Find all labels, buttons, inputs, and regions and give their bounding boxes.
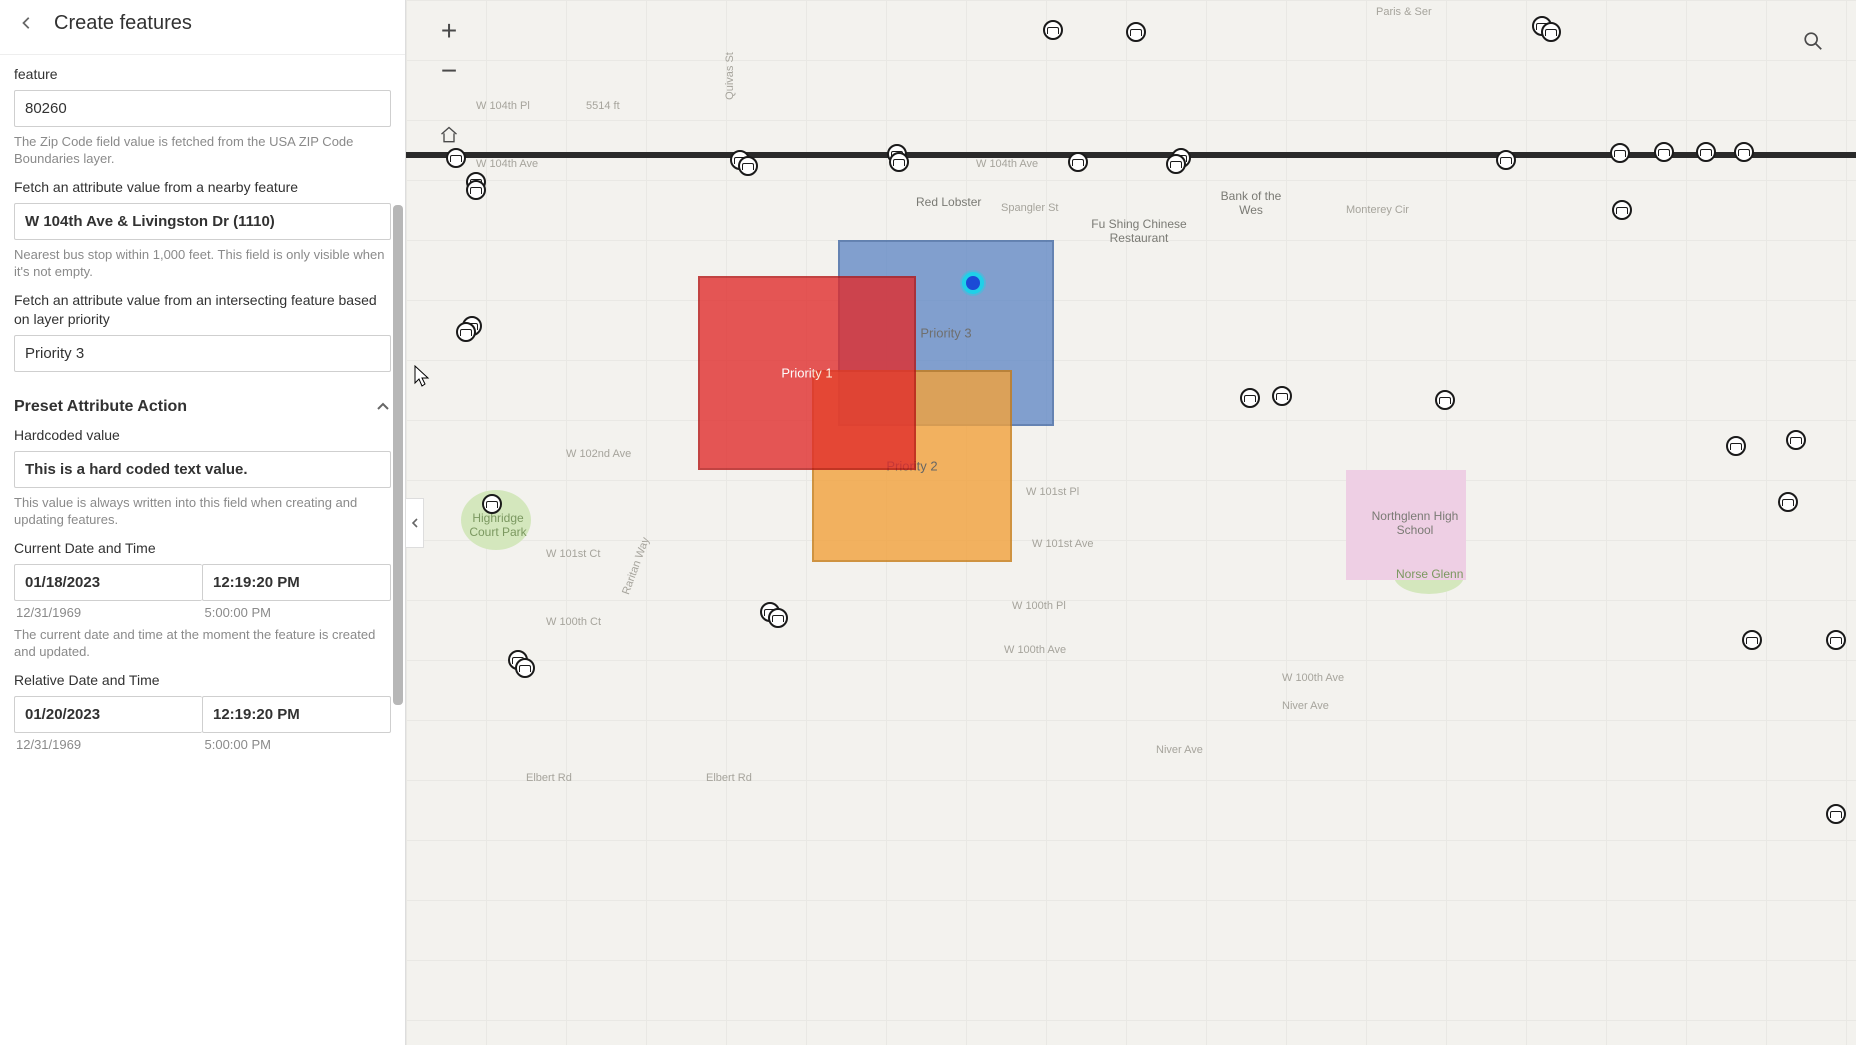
priority-input[interactable] bbox=[14, 335, 391, 372]
current-date-input[interactable] bbox=[14, 564, 202, 601]
home-button[interactable] bbox=[432, 118, 466, 152]
current-help: The current date and time at the moment … bbox=[14, 626, 391, 661]
bus-stop-marker[interactable] bbox=[738, 156, 758, 176]
preset-section-title: Preset Attribute Action bbox=[14, 398, 187, 416]
current-min-time: 5:00:00 PM bbox=[203, 605, 392, 620]
relative-min-time: 5:00:00 PM bbox=[203, 737, 392, 752]
bus-stop-marker[interactable] bbox=[1826, 804, 1846, 824]
relative-date-input[interactable] bbox=[14, 696, 202, 733]
scrollbar-thumb[interactable] bbox=[393, 205, 403, 705]
nearby-help: Nearest bus stop within 1,000 feet. This… bbox=[14, 246, 391, 281]
relative-time-input[interactable] bbox=[202, 696, 391, 733]
hard-help: This value is always written into this f… bbox=[14, 494, 391, 529]
bus-stop-marker[interactable] bbox=[889, 152, 909, 172]
street-label: Spangler St bbox=[1001, 202, 1058, 214]
priority-1-feature[interactable]: Priority 1 bbox=[698, 276, 916, 470]
zip-help: The Zip Code field value is fetched from… bbox=[14, 133, 391, 168]
hard-label: Hardcoded value bbox=[14, 426, 391, 445]
bus-stop-marker[interactable] bbox=[1734, 142, 1754, 162]
preset-section-header[interactable]: Preset Attribute Action bbox=[14, 398, 391, 416]
current-label: Current Date and Time bbox=[14, 539, 391, 558]
street-label: W 100th Pl bbox=[1012, 600, 1066, 612]
zip-input[interactable] bbox=[14, 90, 391, 127]
back-button[interactable] bbox=[14, 10, 40, 36]
bus-stop-marker[interactable] bbox=[1786, 430, 1806, 450]
nearby-input[interactable] bbox=[14, 203, 391, 240]
current-min-date: 12/31/1969 bbox=[14, 605, 203, 620]
bus-stop-marker[interactable] bbox=[1654, 142, 1674, 162]
bus-stop-marker[interactable] bbox=[1778, 492, 1798, 512]
bus-stop-marker[interactable] bbox=[1043, 20, 1063, 40]
priority-label: Fetch an attribute value from an interse… bbox=[14, 291, 391, 329]
street-label: Elbert Rd bbox=[706, 772, 752, 784]
street-label: W 104th Ave bbox=[476, 158, 538, 170]
poi-label: Fu Shing Chinese Restaurant bbox=[1084, 218, 1194, 246]
bus-stop-marker[interactable] bbox=[515, 658, 535, 678]
cursor-icon bbox=[414, 365, 430, 387]
poi-label: Norse Glenn bbox=[1396, 568, 1463, 582]
scalebar: 5514 ft bbox=[586, 100, 620, 112]
poi-label: Red Lobster bbox=[916, 196, 981, 210]
bus-stop-marker[interactable] bbox=[768, 608, 788, 628]
poi-label: Bank of the Wes bbox=[1216, 190, 1286, 218]
street-label: W 100th Ave bbox=[1004, 644, 1066, 656]
street-label: W 100th Ct bbox=[546, 616, 601, 628]
street-label: Monterey Cir bbox=[1346, 204, 1409, 216]
street-label: W 101st Ct bbox=[546, 548, 600, 560]
hard-input[interactable] bbox=[14, 451, 391, 488]
bus-stop-marker[interactable] bbox=[1496, 150, 1516, 170]
street-label: W 101st Pl bbox=[1026, 486, 1079, 498]
current-time-input[interactable] bbox=[202, 564, 391, 601]
bus-stop-marker[interactable] bbox=[1742, 630, 1762, 650]
bus-stop-marker[interactable] bbox=[1696, 142, 1716, 162]
bus-stop-marker[interactable] bbox=[482, 494, 502, 514]
bus-stop-marker[interactable] bbox=[1726, 436, 1746, 456]
street-label: Niver Ave bbox=[1156, 744, 1203, 756]
map-view[interactable]: W 104th Pl 5514 ft W 104th Ave W 104th A… bbox=[406, 0, 1856, 1045]
bus-stop-marker[interactable] bbox=[1272, 386, 1292, 406]
bus-stop-marker[interactable] bbox=[1166, 154, 1186, 174]
relative-min-date: 12/31/1969 bbox=[14, 737, 203, 752]
poi-label: Northglenn High School bbox=[1370, 510, 1460, 538]
relative-label: Relative Date and Time bbox=[14, 671, 391, 690]
feature-label: Priority 1 bbox=[781, 366, 832, 381]
bus-stop-marker[interactable] bbox=[1610, 143, 1630, 163]
create-features-panel: Create features feature The Zip Code fie… bbox=[0, 0, 406, 1045]
street-label: W 104th Ave bbox=[976, 158, 1038, 170]
map-controls: + − bbox=[432, 14, 466, 152]
panel-scroll-area[interactable]: feature The Zip Code field value is fetc… bbox=[0, 55, 405, 1045]
street-label: W 102nd Ave bbox=[566, 448, 631, 460]
chevron-up-icon bbox=[375, 399, 391, 415]
street-label: Elbert Rd bbox=[526, 772, 572, 784]
street-label: W 104th Pl bbox=[476, 100, 530, 112]
zoom-in-button[interactable]: + bbox=[432, 14, 466, 48]
bus-stop-marker[interactable] bbox=[1435, 390, 1455, 410]
feature-label: Priority 3 bbox=[920, 326, 971, 341]
zoom-out-button[interactable]: − bbox=[432, 54, 466, 88]
poi-label: Highridge Court Park bbox=[458, 512, 538, 540]
panel-header: Create features bbox=[0, 0, 405, 55]
bus-stop-marker[interactable] bbox=[1826, 630, 1846, 650]
bus-stop-marker[interactable] bbox=[1541, 22, 1561, 42]
map-search-button[interactable] bbox=[1796, 24, 1830, 58]
street-label: Niver Ave bbox=[1282, 700, 1329, 712]
panel-title: Create features bbox=[54, 12, 192, 35]
bus-stop-marker[interactable] bbox=[1068, 152, 1088, 172]
collapse-panel-tab[interactable] bbox=[406, 498, 424, 548]
zip-label: feature bbox=[14, 65, 391, 84]
bus-stop-marker[interactable] bbox=[1240, 388, 1260, 408]
street-label: W 101st Ave bbox=[1032, 538, 1094, 550]
major-road bbox=[406, 152, 1856, 158]
street-label: Quivas St bbox=[724, 52, 736, 100]
bus-stop-marker[interactable] bbox=[1126, 22, 1146, 42]
bus-stop-marker[interactable] bbox=[1612, 200, 1632, 220]
street-label: Paris & Ser bbox=[1376, 6, 1432, 18]
bus-stop-marker[interactable] bbox=[466, 180, 486, 200]
street-label: W 100th Ave bbox=[1282, 672, 1344, 684]
bus-stop-marker[interactable] bbox=[456, 322, 476, 342]
location-marker bbox=[962, 272, 984, 294]
nearby-label: Fetch an attribute value from a nearby f… bbox=[14, 178, 391, 197]
